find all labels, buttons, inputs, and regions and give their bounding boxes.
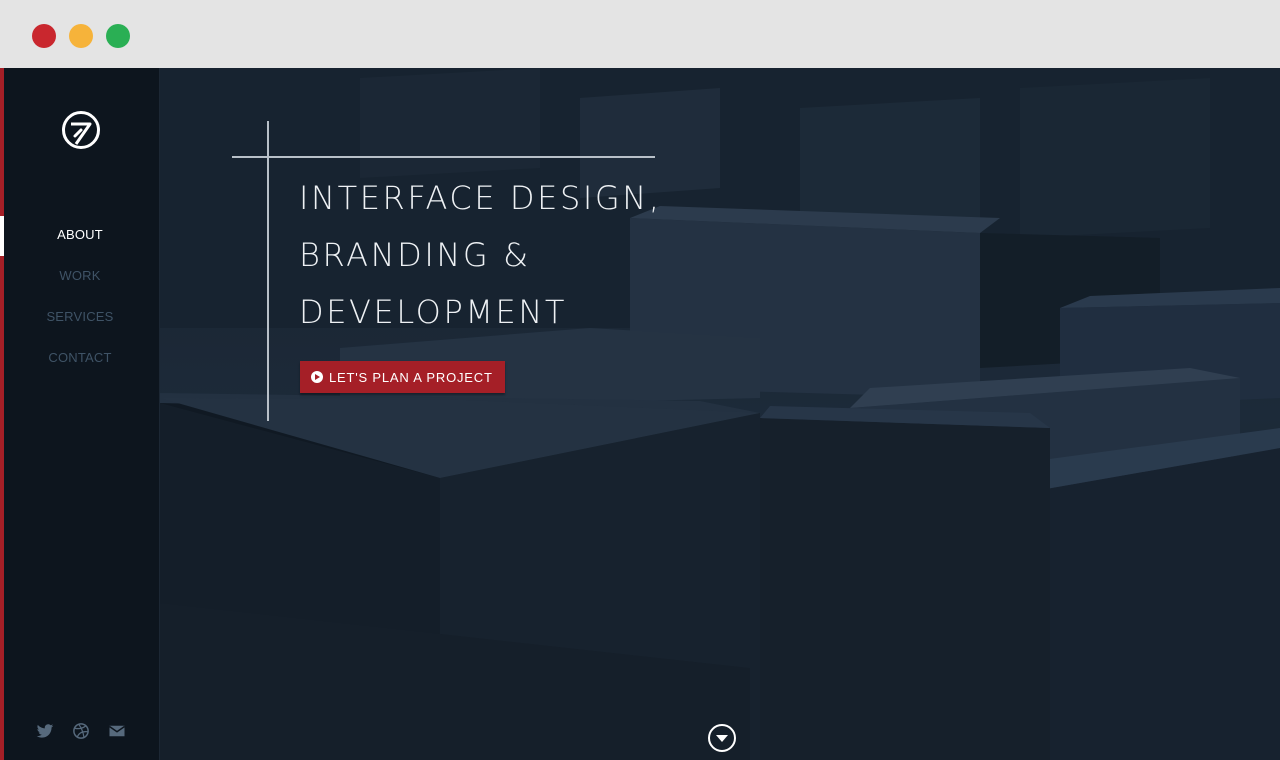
- page-viewport: ABOUT WORK SERVICES CONTACT INTERFACE DE…: [0, 68, 1280, 760]
- close-window-button[interactable]: [32, 24, 56, 48]
- play-circle-icon: [311, 371, 323, 383]
- headline-line-3: DEVELOPMENT: [299, 293, 568, 331]
- decor-vertical-line: [267, 121, 269, 421]
- sidebar: ABOUT WORK SERVICES CONTACT: [0, 68, 160, 760]
- sidebar-accent-stripe: [0, 68, 4, 760]
- twitter-icon[interactable]: [36, 722, 56, 742]
- brand-circle-7-icon[interactable]: [61, 110, 101, 150]
- dribbble-icon[interactable]: [72, 722, 92, 742]
- window-titlebar: [0, 0, 1280, 68]
- decor-horizontal-line: [232, 156, 655, 158]
- nav-item-contact[interactable]: CONTACT: [0, 337, 160, 378]
- nav-item-services[interactable]: SERVICES: [0, 296, 160, 337]
- headline-line-2: BRANDING &: [299, 236, 531, 274]
- minimize-window-button[interactable]: [69, 24, 93, 48]
- scroll-down-icon[interactable]: [708, 724, 736, 752]
- hero-section: INTERFACE DESIGN, BRANDING & DEVELOPMENT…: [160, 68, 1280, 760]
- headline-line-1: INTERFACE DESIGN,: [299, 179, 662, 217]
- plan-project-label: LET'S PLAN A PROJECT: [329, 369, 493, 385]
- mail-icon[interactable]: [108, 722, 128, 742]
- maximize-window-button[interactable]: [106, 24, 130, 48]
- nav-item-work[interactable]: WORK: [0, 255, 160, 296]
- nav-item-about[interactable]: ABOUT: [0, 214, 160, 255]
- hero-headline: INTERFACE DESIGN, BRANDING & DEVELOPMENT: [299, 170, 819, 341]
- plan-project-button[interactable]: LET'S PLAN A PROJECT: [300, 361, 505, 393]
- social-links: [36, 722, 136, 742]
- main-nav: ABOUT WORK SERVICES CONTACT: [0, 214, 160, 378]
